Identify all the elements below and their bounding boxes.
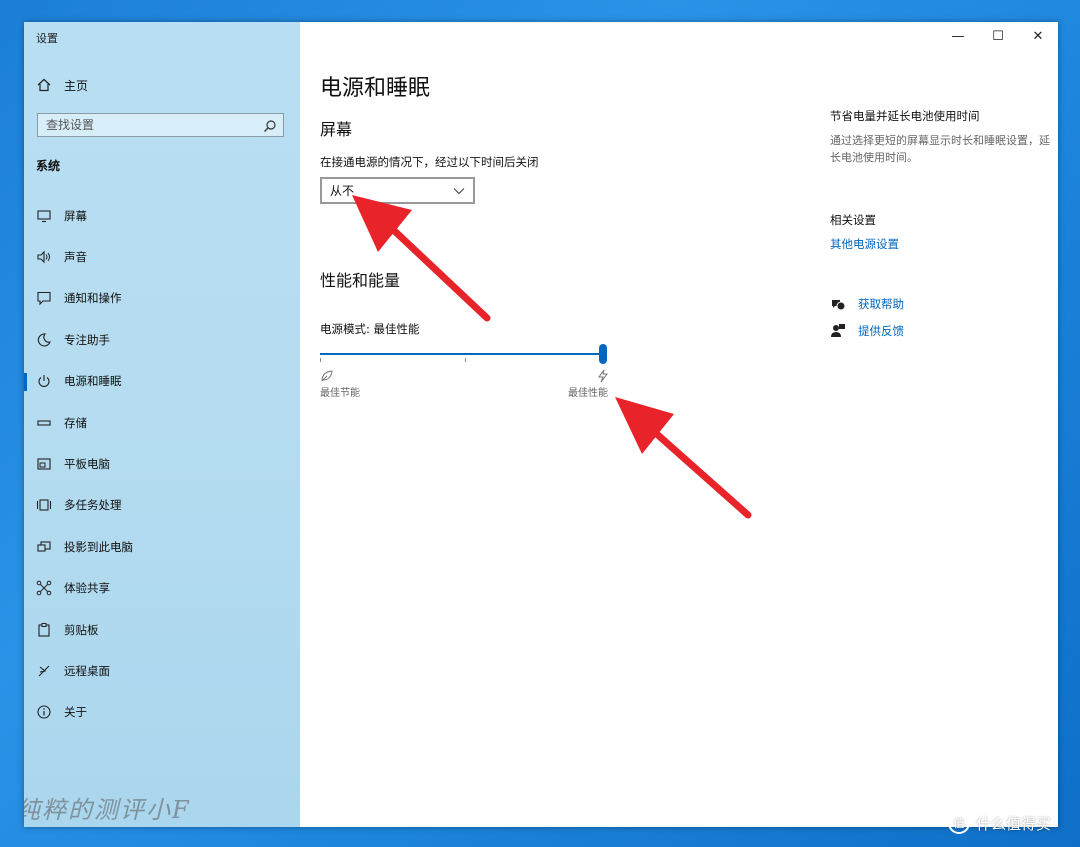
notification-icon <box>36 290 52 306</box>
multitask-icon <box>36 497 52 513</box>
sidebar-item-label: 电源和睡眠 <box>64 374 122 389</box>
sidebar-item-label: 关于 <box>64 705 87 720</box>
get-help-link[interactable]: 获取帮助 <box>830 290 1058 317</box>
slider-track[interactable] <box>320 353 605 355</box>
give-feedback-label: 提供反馈 <box>858 323 904 338</box>
storage-icon <box>36 415 52 431</box>
speaker-icon <box>36 249 52 265</box>
sidebar-item-multitasking[interactable]: 多任务处理 <box>24 485 300 526</box>
sidebar-item-label: 平板电脑 <box>64 457 110 472</box>
remote-desktop-icon <box>36 663 52 679</box>
slider-thumb[interactable] <box>599 344 607 364</box>
lightning-icon <box>596 368 610 383</box>
related-panel: 节省电量并延长电池使用时间 通过选择更短的屏幕显示时长和睡眠设置，延长电池使用时… <box>830 108 1058 344</box>
brand-logo: 值 <box>948 812 970 834</box>
dropdown-value: 从不 <box>330 184 355 198</box>
performance-heading: 性能和能量 <box>320 271 401 290</box>
section-title: 系统 <box>36 159 61 173</box>
slider-tick <box>465 358 466 362</box>
sidebar-item-label: 剪贴板 <box>64 622 99 637</box>
power-icon <box>36 373 52 389</box>
feedback-icon <box>830 323 846 339</box>
sidebar-item-focus-assist[interactable]: 专注助手 <box>24 319 300 360</box>
nav-list: 屏幕 声音 通知和操作 专注助手 电源和睡眠 存储 平板电脑 多任务处理 投影到… <box>24 195 300 733</box>
battery-tip-text: 通过选择更短的屏幕显示时长和睡眠设置，延长电池使用时间。 <box>830 134 1050 164</box>
sidebar-item-shared-experiences[interactable]: 体验共享 <box>24 568 300 609</box>
battery-tip-heading: 节省电量并延长电池使用时间 <box>830 109 980 123</box>
home-nav-item[interactable]: 主页 <box>36 75 88 95</box>
sidebar-item-label: 体验共享 <box>64 581 110 596</box>
main-content: 电源和睡眠 屏幕 在接通电源的情况下，经过以下时间后关闭 从不 性能和能量 电源… <box>300 22 1058 827</box>
get-help-label: 获取帮助 <box>858 296 904 311</box>
sidebar-item-sound[interactable]: 声音 <box>24 236 300 277</box>
sidebar-item-label: 存储 <box>64 415 87 430</box>
moon-icon <box>36 332 52 348</box>
sidebar-item-label: 专注助手 <box>64 332 110 347</box>
leaf-icon <box>320 368 334 382</box>
additional-power-settings-link[interactable]: 其他电源设置 <box>830 236 1058 252</box>
sidebar-item-about[interactable]: 关于 <box>24 692 300 733</box>
sidebar-item-display[interactable]: 屏幕 <box>24 195 300 236</box>
brand-watermark: 值 什么值得买 <box>948 812 1051 834</box>
power-mode-label: 电源模式: 最佳性能 <box>320 322 420 336</box>
screen-off-dropdown[interactable]: 从不 <box>320 177 475 204</box>
sidebar-item-notifications[interactable]: 通知和操作 <box>24 278 300 319</box>
screen-off-label: 在接通电源的情况下，经过以下时间后关闭 <box>320 155 539 169</box>
settings-window: 设置 主页 系统 屏幕 声音 通知和操作 <box>24 22 1058 827</box>
home-label: 主页 <box>64 78 89 93</box>
search-input[interactable] <box>38 114 263 136</box>
window-title: 设置 <box>36 32 58 45</box>
tablet-icon <box>36 456 52 472</box>
page-title: 电源和睡眠 <box>320 76 431 101</box>
monitor-icon <box>36 208 52 224</box>
watermark-text: 纯粹的测评小F <box>24 796 191 824</box>
sidebar-item-power-sleep[interactable]: 电源和睡眠 <box>24 361 300 402</box>
share-icon <box>36 580 52 596</box>
sidebar-item-label: 多任务处理 <box>64 498 122 513</box>
project-icon <box>36 539 52 555</box>
sidebar: 设置 主页 系统 屏幕 声音 通知和操作 <box>24 22 300 827</box>
sidebar-item-storage[interactable]: 存储 <box>24 402 300 443</box>
sidebar-item-tablet[interactable]: 平板电脑 <box>24 443 300 484</box>
screen-heading: 屏幕 <box>320 120 353 139</box>
sidebar-item-label: 通知和操作 <box>64 291 122 306</box>
brand-text: 什么值得买 <box>976 814 1052 833</box>
home-icon <box>36 77 52 93</box>
sidebar-item-label: 远程桌面 <box>64 663 110 678</box>
slider-tick <box>320 358 321 362</box>
related-settings-heading: 相关设置 <box>830 213 876 227</box>
power-mode-slider[interactable]: 最佳节能 最佳性能 <box>320 344 610 404</box>
sidebar-item-remote-desktop[interactable]: 远程桌面 <box>24 650 300 691</box>
clipboard-icon <box>36 622 52 638</box>
search-icon[interactable] <box>263 118 277 132</box>
search-box[interactable] <box>37 113 284 137</box>
slider-max-label: 最佳性能 <box>568 388 608 399</box>
sidebar-item-project-to-pc[interactable]: 投影到此电脑 <box>24 526 300 567</box>
sidebar-item-label: 投影到此电脑 <box>64 539 133 554</box>
sidebar-item-label: 屏幕 <box>64 208 87 223</box>
slider-min-label: 最佳节能 <box>320 388 360 399</box>
sidebar-item-clipboard[interactable]: 剪贴板 <box>24 609 300 650</box>
sidebar-item-label: 声音 <box>64 250 87 265</box>
chevron-down-icon <box>453 184 465 198</box>
help-icon <box>830 296 846 312</box>
give-feedback-link[interactable]: 提供反馈 <box>830 317 1058 344</box>
info-icon <box>36 704 52 720</box>
